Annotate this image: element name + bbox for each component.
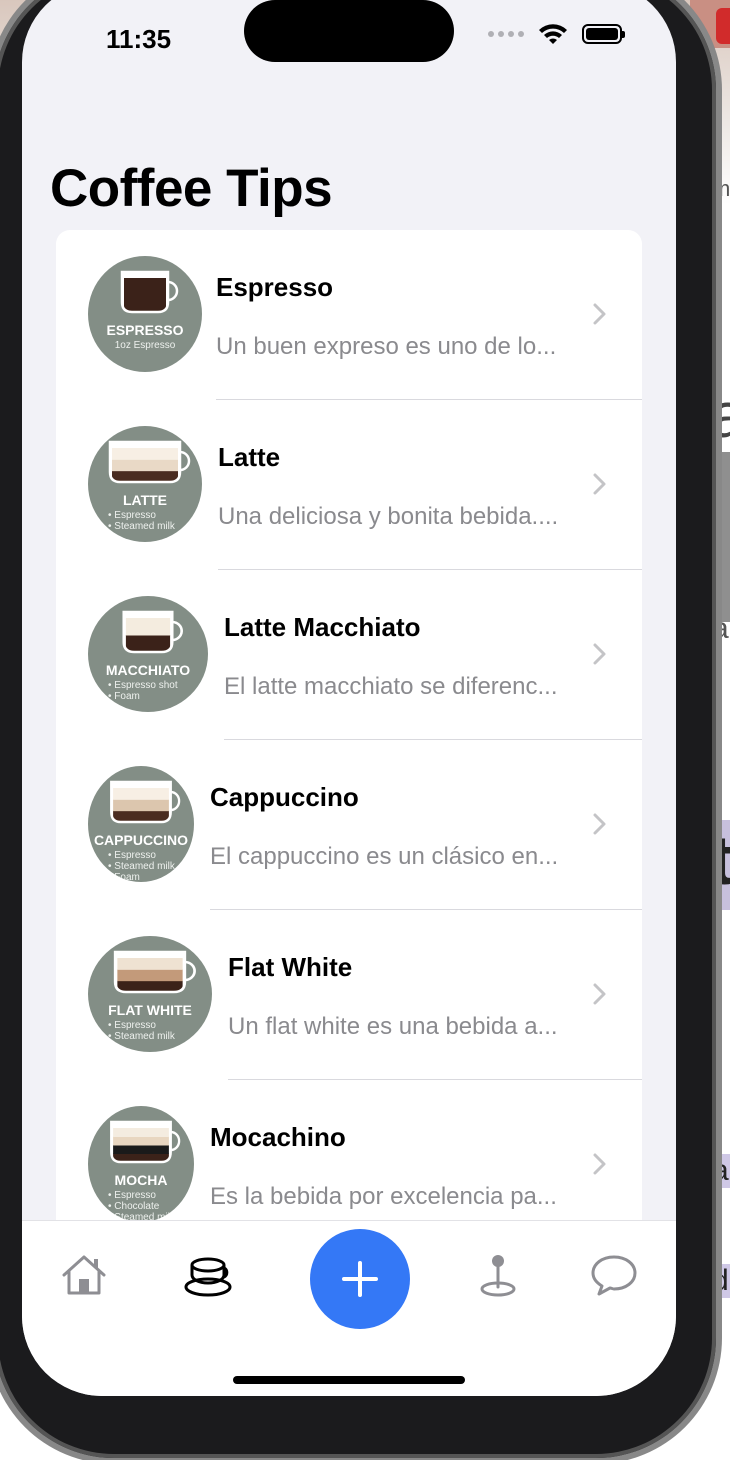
list-item[interactable]: MACCHIATO • Espresso shot • Foam Latte Macc… xyxy=(56,570,642,740)
plus-icon xyxy=(342,1261,378,1297)
coffee-thumbnail-image: LATTE • Espresso • Steamed milk xyxy=(88,426,202,542)
list-item-text: Espresso Un buen expreso es uno de lo... xyxy=(216,272,582,361)
tab-bar xyxy=(22,1220,676,1396)
list-item-title: Latte Macchiato xyxy=(224,612,421,642)
list-item-text: Cappuccino El cappuccino es un clásico en… xyxy=(210,782,582,871)
list-item[interactable]: FLAT WHITE • Espresso • Steamed milk Flat W… xyxy=(56,910,642,1080)
coffee-thumbnail-image: MOCHA • Espresso • Chocolate • Steamed milk xyxy=(88,1106,194,1220)
thumbnail-label: ESPRESSO xyxy=(106,322,184,338)
coffee-cup-graphic xyxy=(120,270,179,314)
phone-screen: 11:35 Coffee Tips ESPRESSO 1oz Espresso Es… xyxy=(22,0,676,1396)
list-item-subtitle: El latte macchiato se diferenc... xyxy=(224,673,558,700)
cellular-signal-icon xyxy=(488,31,524,37)
thumbnail-ingredient: • Espresso xyxy=(108,1020,156,1031)
thumbnail-ingredient: • Espresso xyxy=(108,510,156,521)
battery-icon xyxy=(582,24,625,44)
list-item-title: Mocachino xyxy=(210,1122,346,1152)
status-icons xyxy=(488,22,625,46)
chevron-right-icon xyxy=(593,1153,606,1175)
wifi-icon xyxy=(539,24,567,44)
list-item[interactable]: MOCHA • Espresso • Chocolate • Steamed milk… xyxy=(56,1080,642,1220)
thumbnail-ingredient: • Steamed milk xyxy=(108,1212,175,1220)
list-item-title: Espresso xyxy=(216,272,334,302)
coffee-thumbnail-image: MACCHIATO • Espresso shot • Foam xyxy=(88,596,208,712)
thumbnail-ingredient: • Foam xyxy=(108,691,140,702)
coffee-thumbnail-image: ESPRESSO 1oz Espresso xyxy=(88,256,202,372)
list-item-title: Flat White xyxy=(228,952,353,982)
thumbnail-ingredient: • Espresso xyxy=(108,1190,156,1201)
thumbnail-ingredient: • Steamed milk xyxy=(108,1031,175,1042)
tab-coffee[interactable] xyxy=(180,1245,240,1305)
thumbnail-ingredient: 1oz Espresso xyxy=(114,340,176,351)
background-extension-icon xyxy=(716,8,730,44)
coffee-thumbnail-image: CAPPUCCINO • Espresso • Steamed milk • Foam xyxy=(88,766,194,882)
background-divider xyxy=(718,452,730,622)
thumbnail-ingredient: • Steamed milk xyxy=(108,521,175,532)
coffee-tips-list[interactable]: ESPRESSO 1oz Espresso Espresso Un buen expr… xyxy=(56,230,642,1220)
thumbnail-ingredient: • Steamed milk xyxy=(108,861,175,872)
list-item-text: Flat White Un flat white es una bebida a.… xyxy=(228,952,582,1041)
thumbnail-label: FLAT WHITE xyxy=(108,1002,192,1018)
list-item[interactable]: ESPRESSO 1oz Espresso Espresso Un buen expr… xyxy=(56,230,642,400)
map-pin-icon xyxy=(480,1255,516,1297)
list-item[interactable]: LATTE • Espresso • Steamed milk Latte Una de… xyxy=(56,400,642,570)
thumbnail-label: CAPPUCCINO xyxy=(93,832,189,848)
tab-map[interactable] xyxy=(468,1245,528,1305)
add-button[interactable] xyxy=(310,1229,410,1329)
list-item-text: Latte Una deliciosa y bonita bebida.... xyxy=(218,442,582,531)
thumbnail-label: MOCHA xyxy=(114,1172,168,1188)
thumbnail-ingredient: • Foam xyxy=(108,872,140,882)
phone-frame: 11:35 Coffee Tips ESPRESSO 1oz Espresso Es… xyxy=(0,0,716,1458)
list-item-title: Cappuccino xyxy=(210,782,359,812)
dynamic-island xyxy=(244,0,454,62)
chevron-right-icon xyxy=(593,473,606,495)
list-item-text: Latte Macchiato El latte macchiato se dif… xyxy=(224,612,582,701)
thumbnail-ingredient: • Chocolate xyxy=(108,1201,160,1212)
chevron-right-icon xyxy=(593,813,606,835)
status-bar: 11:35 xyxy=(22,0,676,72)
thumbnail-label: MACCHIATO xyxy=(105,662,191,678)
thumbnail-ingredient: • Espresso xyxy=(108,850,156,861)
status-time: 11:35 xyxy=(106,24,172,54)
house-icon xyxy=(62,1255,106,1295)
tab-messages[interactable] xyxy=(584,1245,644,1305)
list-item[interactable]: CAPPUCCINO • Espresso • Steamed milk • Foam… xyxy=(56,740,642,910)
chat-bubble-icon xyxy=(591,1255,637,1296)
list-item-text: Mocachino Es la bebida por excelencia pa.… xyxy=(210,1122,582,1211)
chevron-right-icon xyxy=(593,983,606,1005)
chevron-right-icon xyxy=(593,303,606,325)
thumbnail-ingredient: • Espresso shot xyxy=(108,680,178,691)
list-item-subtitle: Un flat white es una bebida a... xyxy=(228,1013,558,1040)
coffee-thumbnail-image: FLAT WHITE • Espresso • Steamed milk xyxy=(88,936,212,1052)
list-item-subtitle: Una deliciosa y bonita bebida.... xyxy=(218,503,559,530)
list-item-title: Latte xyxy=(218,442,281,472)
coffee-cup-icon xyxy=(184,1257,232,1297)
list-item-subtitle: El cappuccino es un clásico en... xyxy=(210,843,559,870)
page-title: Coffee Tips xyxy=(50,159,333,218)
thumbnail-label: LATTE xyxy=(122,492,168,508)
list-item-subtitle: Es la bebida por excelencia pa... xyxy=(210,1183,557,1210)
tab-home[interactable] xyxy=(54,1245,114,1305)
coffee-cup-graphic xyxy=(122,610,183,654)
list-item-subtitle: Un buen expreso es uno de lo... xyxy=(216,333,557,360)
home-indicator[interactable] xyxy=(233,1376,465,1384)
chevron-right-icon xyxy=(593,643,606,665)
